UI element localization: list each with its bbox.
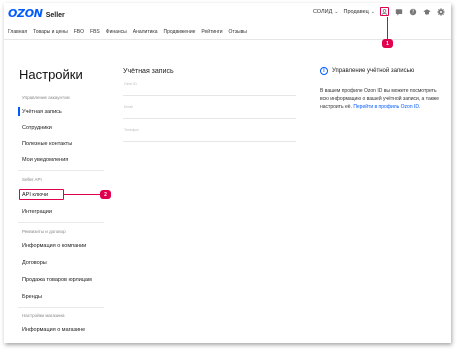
account-section-title: Учётная запись: [123, 68, 174, 75]
ozon-id-label: Ozon ID: [124, 82, 137, 86]
sidebar-item-brands[interactable]: Бренды: [22, 294, 42, 300]
sidebar-divider: [18, 170, 104, 171]
info-title: Управление учётной записью: [332, 68, 415, 74]
callout-1-badge: 1: [382, 39, 393, 48]
logo-product: Seller: [45, 12, 65, 19]
callout-1-line: [387, 17, 388, 39]
sidebar-group-seller-api: Seller API: [22, 177, 42, 182]
nav-item-analytics[interactable]: Аналитика: [133, 29, 158, 35]
top-bar-right: СОЛИД ⌄ Продавец ⌄ ?: [313, 7, 445, 16]
nav-item-fbo[interactable]: FBO: [74, 29, 84, 35]
nav-item-ratings[interactable]: Рейтинги: [201, 29, 222, 35]
sidebar-group-account: Управление аккаунтом: [22, 95, 70, 100]
person-icon[interactable]: [380, 7, 389, 16]
sidebar-item-b2b-sales[interactable]: Продажа товаров юрлицам: [22, 277, 92, 283]
callout-2-badge: 2: [100, 190, 111, 199]
nav-item-fbs[interactable]: FBS: [90, 29, 100, 35]
chevron-down-icon: ⌄: [370, 8, 375, 15]
role-name: Продавец: [343, 8, 369, 15]
sidebar-item-api-keys[interactable]: API ключи: [22, 192, 48, 198]
chevron-down-icon: ⌄: [334, 8, 339, 15]
page-title: Настройки: [19, 67, 83, 82]
gear-icon[interactable]: [436, 7, 445, 16]
sidebar-item-contracts[interactable]: Договоры: [22, 260, 47, 266]
company-dropdown[interactable]: СОЛИД ⌄: [313, 9, 339, 15]
education-icon[interactable]: [422, 7, 431, 16]
sidebar-item-contacts[interactable]: Полезные контакты: [22, 141, 72, 147]
nav-item-reviews[interactable]: Отзывы: [229, 29, 247, 35]
callout-2-line: [64, 194, 100, 195]
phone-label: Телефон: [124, 128, 139, 132]
sidebar-item-account[interactable]: Учётная запись: [22, 109, 62, 115]
nav-item-home[interactable]: Главная: [8, 29, 27, 35]
role-dropdown[interactable]: Продавец ⌄: [344, 9, 376, 15]
sidebar-item-notifications[interactable]: Мои уведомления: [22, 157, 68, 163]
sidebar-group-requisites: Реквизиты и договор: [22, 229, 66, 234]
ozon-id-field[interactable]: Ozon ID: [123, 82, 296, 96]
sidebar-divider: [18, 222, 104, 223]
sidebar-item-integrations[interactable]: Интеграции: [22, 209, 52, 215]
nav-item-promotion[interactable]: Продвижение: [164, 29, 196, 35]
chat-icon[interactable]: [394, 7, 403, 16]
info-icon: i: [320, 67, 328, 75]
sidebar-group-store: Настройки магазина: [22, 313, 65, 318]
info-text: В вашем профиле Ozon ID вы можете посмот…: [320, 87, 440, 111]
ozon-seller-logo[interactable]: OZON Seller: [8, 7, 65, 20]
nav-item-products[interactable]: Товары и цены: [33, 29, 68, 35]
help-icon[interactable]: ?: [408, 7, 417, 16]
email-field[interactable]: Email: [123, 105, 296, 119]
main-nav: Главная Товары и цены FBO FBS Финансы Ан…: [4, 25, 451, 38]
sidebar-item-store-info[interactable]: Информация о магазине: [22, 327, 85, 333]
ozon-id-profile-link[interactable]: Перейти в профиль Ozon ID.: [353, 104, 420, 110]
sidebar-item-employees[interactable]: Сотрудники: [22, 125, 52, 131]
info-header: i Управление учётной записью: [320, 67, 414, 75]
phone-field[interactable]: Телефон: [123, 128, 296, 142]
logo-brand: OZON: [8, 7, 43, 20]
nav-item-finance[interactable]: Финансы: [106, 29, 127, 35]
sidebar-item-company-info[interactable]: Информация о компании: [22, 243, 86, 249]
company-name: СОЛИД: [312, 8, 333, 15]
browser-frame: OZON Seller СОЛИД ⌄ Продавец ⌄ ? Главная…: [4, 3, 451, 343]
top-bar: OZON Seller СОЛИД ⌄ Продавец ⌄ ?: [4, 3, 451, 23]
sidebar-divider: [18, 307, 104, 308]
email-label: Email: [124, 105, 133, 109]
sidebar-active-indicator: [18, 107, 20, 116]
